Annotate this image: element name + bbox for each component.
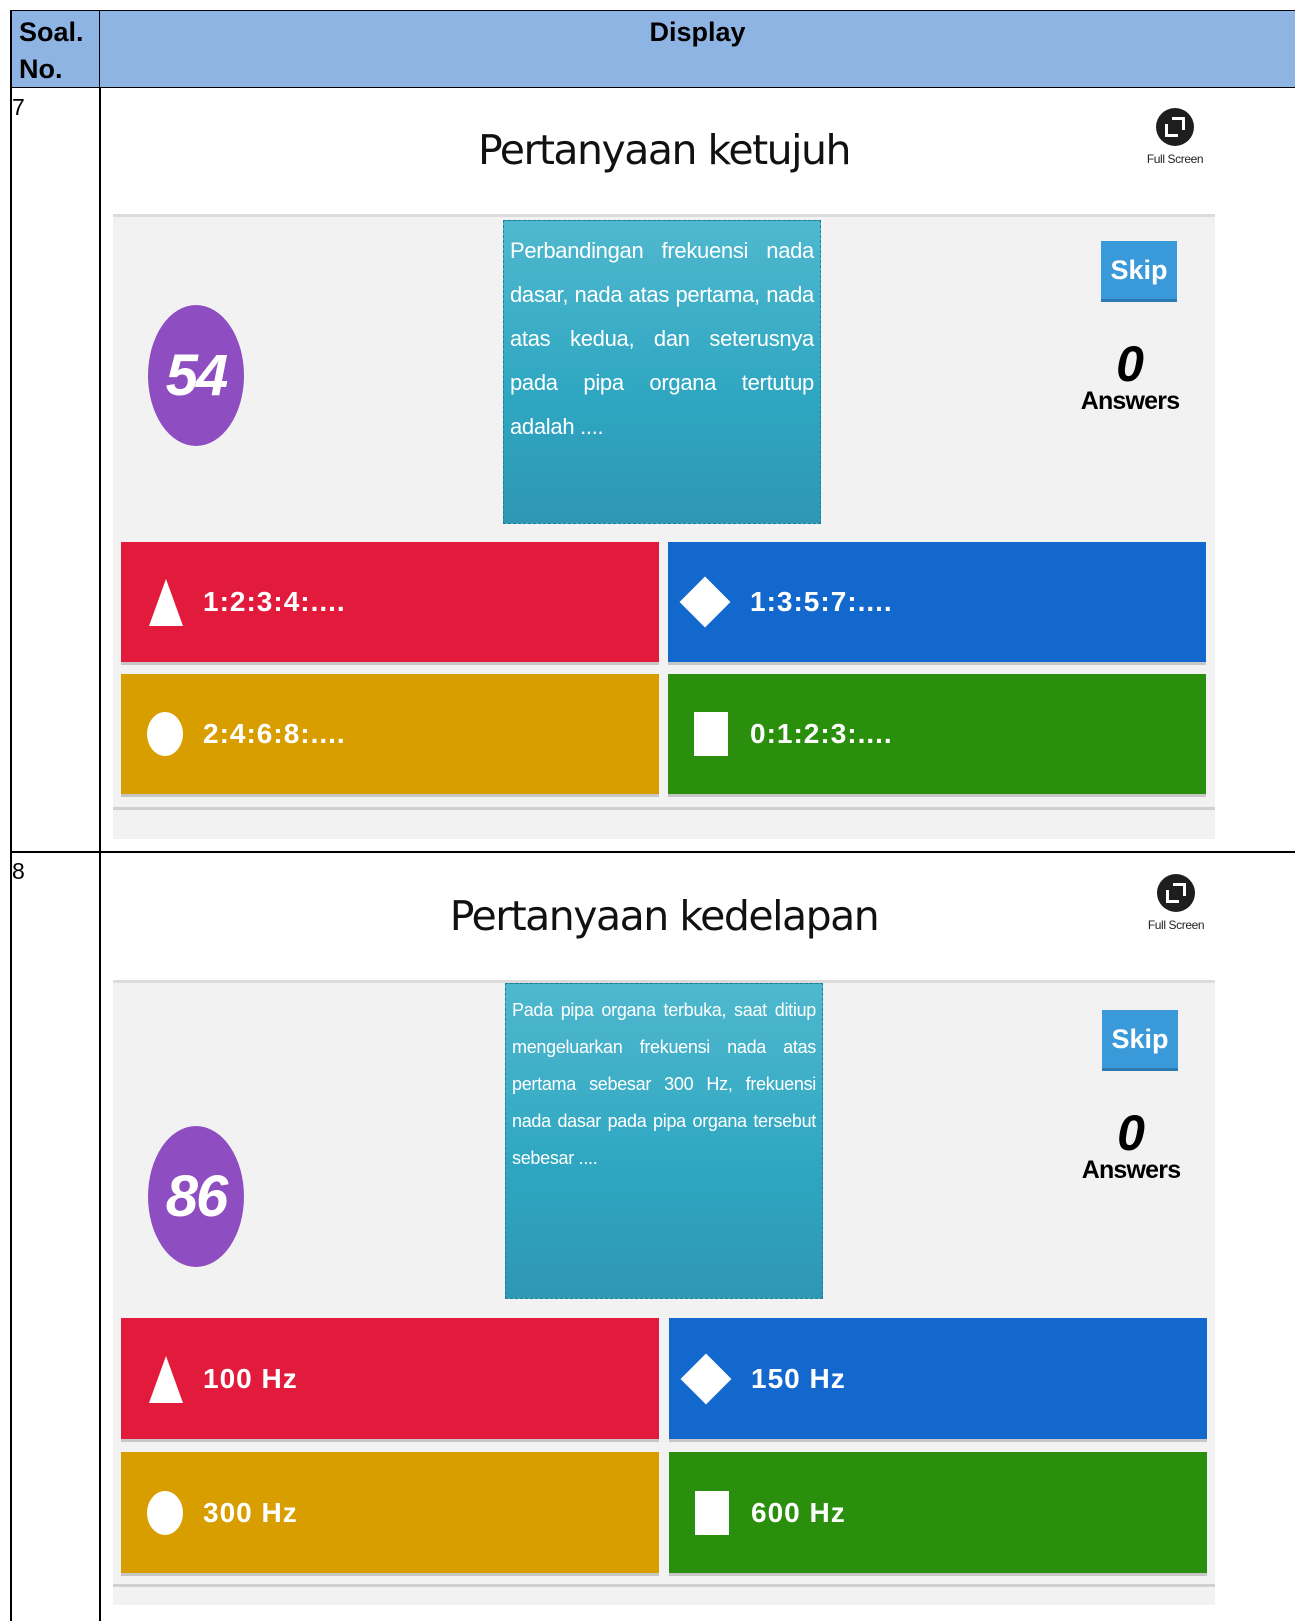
answer-option-triangle[interactable]: 1:2:3:4:.... — [121, 542, 659, 662]
square-icon — [694, 712, 728, 756]
question-title: Pertanyaan kedelapan — [449, 892, 880, 940]
circle-icon — [147, 712, 183, 756]
answer-option-diamond[interactable]: 150 Hz — [669, 1318, 1207, 1439]
quiz-panel: Pertanyaan ketujuh Full Screen 54 Perban… — [113, 92, 1215, 839]
circle-icon — [147, 1491, 183, 1535]
fullscreen-label: Full Screen — [1147, 918, 1205, 932]
fullscreen-label: Full Screen — [1146, 152, 1204, 166]
square-icon — [695, 1491, 729, 1535]
triangle-icon — [149, 579, 183, 626]
row-number: 8 — [12, 858, 25, 884]
answer-text: 300 Hz — [203, 1496, 298, 1528]
answers-label: Answers — [1081, 1156, 1181, 1184]
question-text-box: Perbandingan frekuensi nada dasar, nada … — [503, 220, 821, 524]
question-title: Pertanyaan ketujuh — [478, 126, 852, 174]
answer-option-circle[interactable]: 2:4:6:8:.... — [121, 674, 659, 794]
answer-option-square[interactable]: 0:1:2:3:.... — [668, 674, 1206, 794]
question-text-box: Pada pipa organa terbuka, saat ditiup me… — [505, 983, 823, 1299]
quiz-panel: Pertanyaan kedelapan Full Screen 86 Pada… — [113, 858, 1215, 1605]
row-number: 7 — [12, 94, 25, 120]
answer-text: 150 Hz — [751, 1362, 846, 1394]
table-column-divider — [99, 88, 101, 1621]
question-stage: 86 Pada pipa organa terbuka, saat ditiup… — [113, 980, 1215, 1605]
fullscreen-button[interactable]: Full Screen — [1145, 108, 1205, 166]
header-display: Display — [99, 10, 1295, 88]
diamond-icon — [680, 1353, 732, 1405]
answer-text: 2:4:6:8:.... — [203, 718, 346, 749]
fullscreen-button[interactable]: Full Screen — [1146, 874, 1206, 932]
triangle-icon — [149, 1356, 183, 1403]
header-soal-no: Soal. No. — [10, 10, 101, 88]
diamond-icon — [679, 576, 731, 628]
fullscreen-icon — [1157, 874, 1195, 912]
answer-text: 100 Hz — [203, 1362, 298, 1394]
answers-label: Answers — [1080, 387, 1180, 415]
fullscreen-icon — [1156, 108, 1194, 146]
panel-bottom-divider — [113, 807, 1215, 810]
answer-text: 0:1:2:3:.... — [750, 718, 893, 749]
answer-option-square[interactable]: 600 Hz — [669, 1452, 1207, 1573]
answer-option-diamond[interactable]: 1:3:5:7:.... — [668, 542, 1206, 662]
countdown-timer: 54 — [148, 305, 244, 446]
panel-bottom-divider — [113, 1584, 1215, 1587]
answer-option-circle[interactable]: 300 Hz — [121, 1452, 659, 1573]
question-stage: 54 Perbandingan frekuensi nada dasar, na… — [113, 214, 1215, 839]
table-border-left — [10, 10, 12, 1621]
answer-option-triangle[interactable]: 100 Hz — [121, 1318, 659, 1439]
answers-count: 0 — [1116, 336, 1144, 392]
answers-count: 0 — [1117, 1105, 1145, 1161]
table-row-divider — [10, 851, 1295, 853]
countdown-timer: 86 — [148, 1126, 244, 1267]
skip-button[interactable]: Skip — [1101, 241, 1177, 299]
answer-text: 600 Hz — [751, 1496, 846, 1528]
answer-text: 1:3:5:7:.... — [750, 586, 893, 617]
skip-button[interactable]: Skip — [1102, 1010, 1178, 1068]
answer-text: 1:2:3:4:.... — [203, 586, 346, 617]
